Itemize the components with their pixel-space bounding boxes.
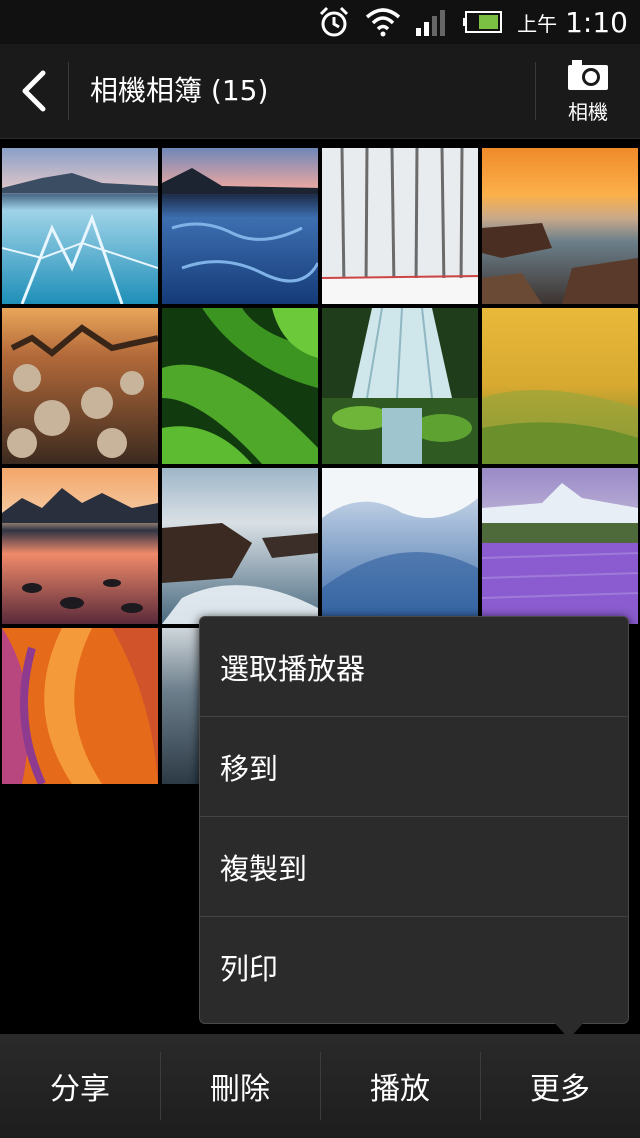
status-ampm: 上午 — [517, 11, 558, 36]
page-title: 相機相簿 (15) — [90, 74, 269, 107]
more-button[interactable]: 更多 — [480, 1034, 640, 1138]
menu-item-move-to[interactable]: 移到 — [200, 717, 628, 817]
thumbnail-rocky-shore[interactable] — [162, 468, 318, 624]
back-button[interactable] — [0, 44, 68, 138]
thumbnail-canyon-swirl[interactable] — [2, 628, 158, 784]
delete-button[interactable]: 刪除 — [160, 1034, 320, 1138]
action-bar: 相機相簿 (15) 相機 — [0, 44, 640, 139]
camera-button[interactable]: 相機 — [536, 44, 640, 138]
thumbnail-snow-drift[interactable] — [322, 468, 478, 624]
signal-icon — [415, 8, 449, 36]
thumbnail-snowy-forest[interactable] — [322, 148, 478, 304]
thumbnail-waterfall[interactable] — [322, 308, 478, 464]
overflow-menu: 選取播放器 移到 複製到 列印 — [199, 616, 629, 1024]
play-button[interactable]: 播放 — [320, 1034, 480, 1138]
share-button[interactable]: 分享 — [0, 1034, 160, 1138]
thumbnail-golden-hills[interactable] — [482, 308, 638, 464]
camera-icon — [568, 59, 608, 90]
status-time: 1:10 — [565, 5, 628, 39]
thumbnail-green-leaves[interactable] — [162, 308, 318, 464]
thumbnail-desert-cactus[interactable] — [2, 308, 158, 464]
back-arrow-icon — [22, 70, 46, 112]
thumbnail-sunset-coast[interactable] — [482, 148, 638, 304]
divider — [68, 62, 69, 120]
status-bar: 上午 1:10 — [0, 0, 640, 44]
menu-item-copy-to[interactable]: 複製到 — [200, 817, 628, 917]
thumbnail-blue-lake-sunset[interactable] — [162, 148, 318, 304]
menu-item-print[interactable]: 列印 — [200, 917, 628, 1017]
thumbnail-lavender-field[interactable] — [482, 468, 638, 624]
wifi-icon — [365, 7, 401, 37]
alarm-icon — [317, 5, 351, 39]
camera-label: 相機 — [568, 99, 608, 124]
thumbnail-frozen-lake[interactable] — [2, 148, 158, 304]
battery-icon — [463, 11, 503, 33]
thumbnail-mountain-reflection[interactable] — [2, 468, 158, 624]
bottom-action-bar: 分享 刪除 播放 更多 — [0, 1034, 640, 1138]
menu-item-select-player[interactable]: 選取播放器 — [200, 617, 628, 717]
